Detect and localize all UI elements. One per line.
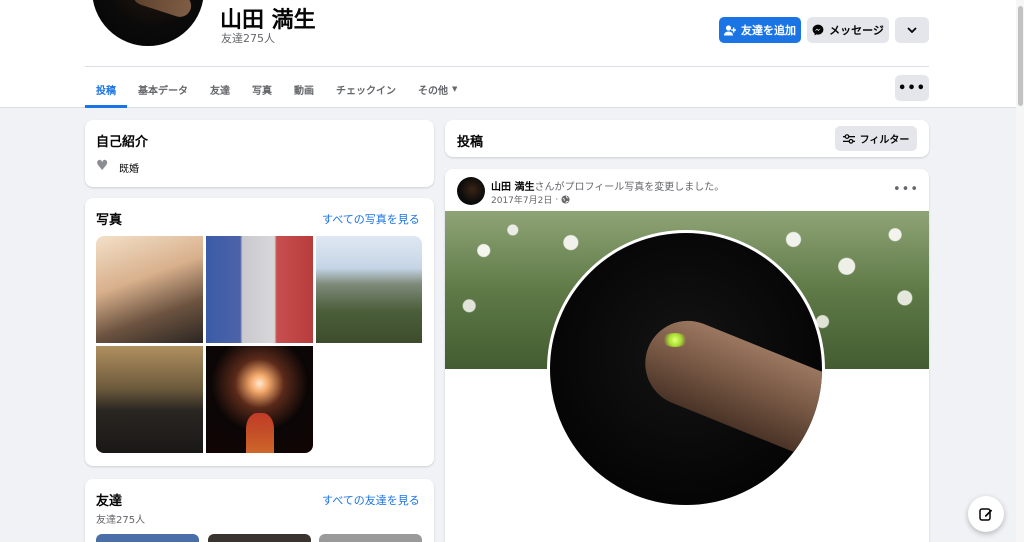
filter-button[interactable]: フィルター xyxy=(835,126,917,151)
tab-friends-label: 友達 xyxy=(210,85,230,97)
tab-photos[interactable]: 写真 xyxy=(241,70,283,108)
post-date[interactable]: 2017年7月2日 xyxy=(491,193,552,206)
message-label: メッセージ xyxy=(829,24,884,37)
relationship-status: 既婚 xyxy=(119,164,139,175)
more-actions-button[interactable] xyxy=(895,17,929,43)
more-dots-icon: ••• xyxy=(898,80,926,96)
profile-avatar[interactable] xyxy=(88,0,208,50)
tab-more-label: その他 xyxy=(418,85,448,97)
add-friend-button[interactable]: 友達を追加 xyxy=(719,17,801,43)
tab-checkins-label: チェックイン xyxy=(336,85,396,97)
tab-about-label: 基本データ xyxy=(138,85,188,97)
scrollbar-thumb[interactable] xyxy=(1018,6,1023,106)
photo-firefly-glow xyxy=(662,333,688,347)
photo-thumbnail[interactable] xyxy=(206,346,313,453)
caret-down-icon: ▼ xyxy=(452,85,458,93)
friend-thumbnail[interactable] xyxy=(208,534,311,542)
tab-photos-label: 写真 xyxy=(252,85,272,97)
post-options-icon[interactable]: ••• xyxy=(893,182,919,197)
photos-title: 写真 xyxy=(96,213,123,228)
profile-header: 山田 満生 友達275人 友達を追加 メッセージ 投稿 基本データ 友達 写真 … xyxy=(0,0,1016,108)
profile-options-button[interactable]: ••• xyxy=(895,75,929,101)
filter-sliders-icon xyxy=(842,133,855,144)
tab-videos[interactable]: 動画 xyxy=(283,70,325,108)
filter-label: フィルター xyxy=(859,135,910,146)
tab-posts[interactable]: 投稿 xyxy=(85,70,127,108)
meta-separator: · xyxy=(555,194,559,205)
photo-thumbnail[interactable] xyxy=(96,346,203,453)
friend-thumbnail[interactable] xyxy=(96,534,199,542)
photo-finger xyxy=(632,308,822,473)
friend-thumbnail[interactable] xyxy=(319,534,422,542)
friends-title: 友達 xyxy=(96,494,123,509)
tab-checkins[interactable]: チェックイン xyxy=(325,70,407,108)
tab-more[interactable]: その他 ▼ xyxy=(407,70,468,108)
add-friend-label: 友達を追加 xyxy=(741,24,796,37)
intro-title: 自己紹介 xyxy=(96,135,149,150)
tab-friends[interactable]: 友達 xyxy=(199,70,241,108)
photo-thumbnail[interactable] xyxy=(316,236,422,343)
see-all-photos-link[interactable]: すべての写真を見る xyxy=(322,211,420,227)
compose-icon xyxy=(979,508,993,521)
post-meta: 2017年7月2日 · xyxy=(491,193,570,206)
posts-title: 投稿 xyxy=(457,135,484,150)
header-divider xyxy=(85,66,929,67)
tab-posts-label: 投稿 xyxy=(96,85,116,97)
new-message-button[interactable] xyxy=(968,496,1004,532)
globe-icon xyxy=(561,195,570,204)
post-author-avatar[interactable] xyxy=(457,177,485,205)
tab-videos-label: 動画 xyxy=(294,85,314,97)
chevron-down-icon xyxy=(907,27,917,33)
heart-icon: ♥ xyxy=(96,158,109,174)
see-all-friends-link[interactable]: すべての友達を見る xyxy=(322,492,420,508)
photo-thumbnail[interactable] xyxy=(206,236,313,343)
add-friend-icon xyxy=(724,24,736,35)
messenger-icon xyxy=(812,24,824,36)
friends-count: 友達275人 xyxy=(96,515,146,526)
post-author-name[interactable]: 山田 満生 xyxy=(491,182,534,193)
message-button[interactable]: メッセージ xyxy=(807,17,889,43)
photo-thumbnail[interactable] xyxy=(96,236,203,343)
profile-tabs: 投稿 基本データ 友達 写真 動画 チェックイン その他 ▼ xyxy=(85,70,468,108)
tab-about[interactable]: 基本データ xyxy=(127,70,199,108)
post-header: 山田 満生さんがプロフィール写真を変更しました。 xyxy=(491,178,724,193)
profile-friend-count[interactable]: 友達275人 xyxy=(221,30,275,46)
post-action-text: さんがプロフィール写真を変更しました。 xyxy=(534,182,725,193)
post-profile-photo[interactable] xyxy=(547,230,825,508)
